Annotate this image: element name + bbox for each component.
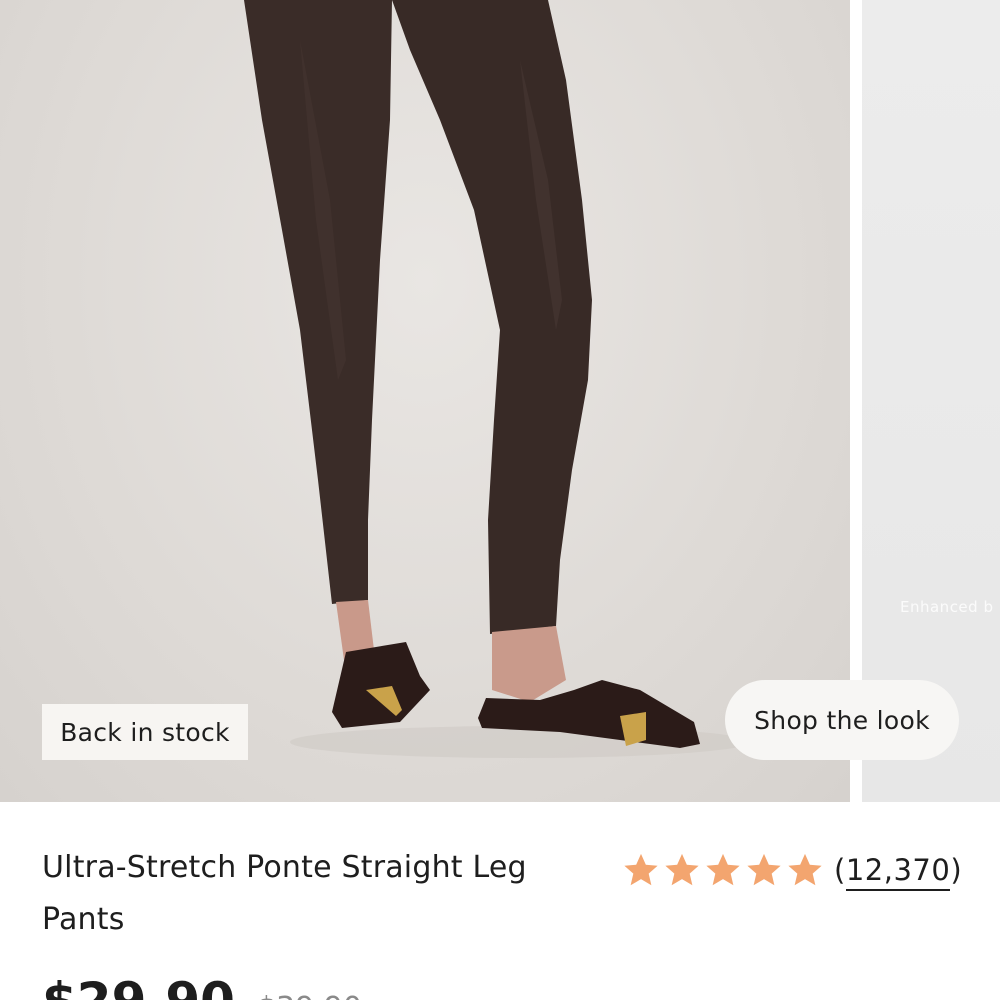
rating-stars <box>622 851 824 889</box>
reviews-close-paren: ) <box>950 853 963 887</box>
back-in-stock-badge: Back in stock <box>42 704 248 760</box>
star-icon <box>788 853 822 886</box>
enhanced-caption: Enhanced b <box>900 598 994 616</box>
shop-the-look-button[interactable]: Shop the look <box>725 680 959 760</box>
product-title: Ultra-Stretch Ponte Straight Leg Pants <box>42 850 527 937</box>
star-icon <box>624 853 658 886</box>
reviews-link[interactable]: (12,370) <box>834 853 963 891</box>
product-image-main[interactable] <box>0 0 850 802</box>
price-row: $29.90 $39.90 <box>42 972 362 1000</box>
star-icon <box>747 853 781 886</box>
star-icon <box>706 853 740 886</box>
product-page: Enhanced b Back in stock Shop the look U… <box>0 0 1000 1000</box>
product-image-carousel[interactable]: Enhanced b Back in stock Shop the look <box>0 0 1000 802</box>
reviews-open-paren: ( <box>834 853 846 887</box>
product-rating[interactable]: (12,370) <box>622 846 962 894</box>
price-current: $29.90 <box>42 972 235 1000</box>
star-icon <box>665 853 699 886</box>
product-photo <box>244 0 750 758</box>
reviews-count: 12,370 <box>845 853 951 891</box>
price-original: $39.90 <box>257 991 362 1000</box>
